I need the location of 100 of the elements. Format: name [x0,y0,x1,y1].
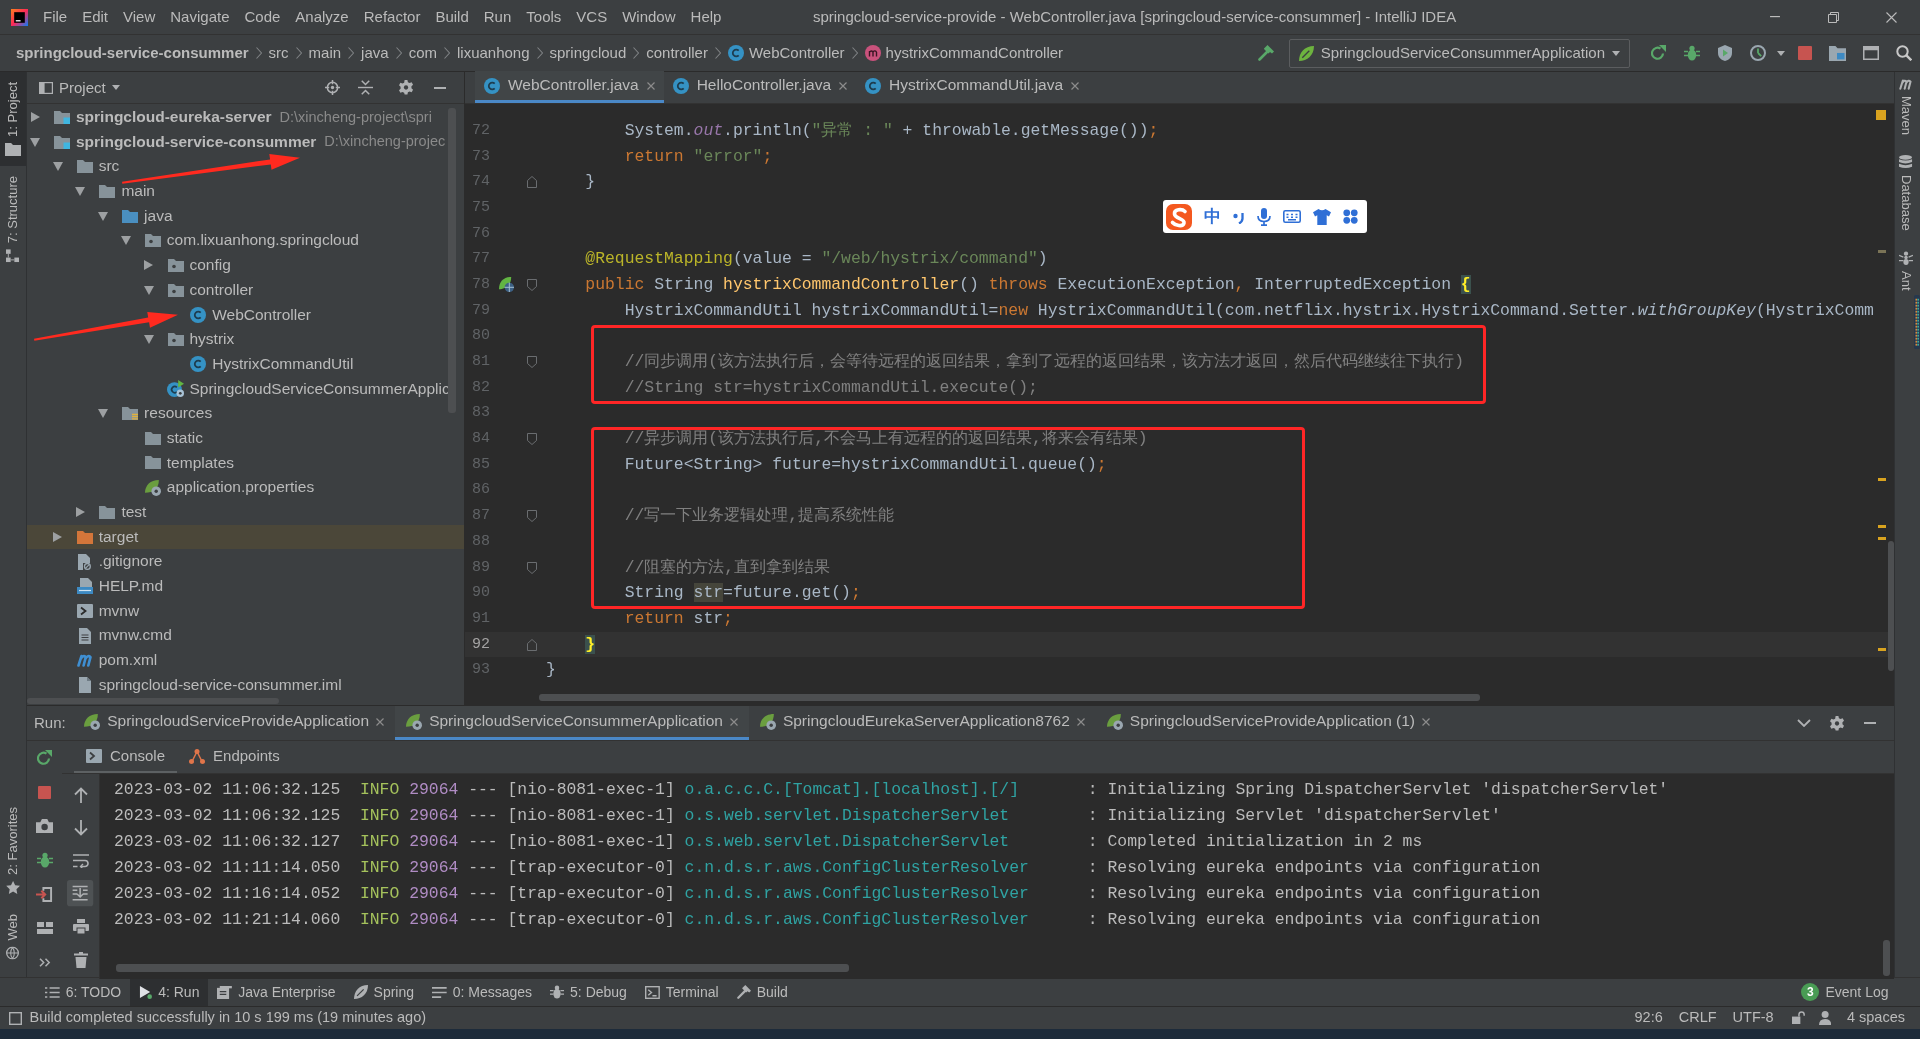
close-icon[interactable] [839,81,848,90]
line-separator[interactable]: CRLF [1678,1009,1717,1027]
tool-window-button[interactable]: Build [727,978,797,1006]
event-log-button[interactable]: 3 Event Log [1792,978,1898,1006]
triangle-down-icon[interactable] [75,186,86,196]
tool-window-button[interactable]: Database [1898,149,1914,245]
printer-icon[interactable] [72,919,89,934]
indent-setting[interactable]: 4 spaces [1846,1009,1905,1027]
tree-item[interactable]: .gitignore [27,549,464,575]
triangle-right-icon[interactable] [75,507,85,518]
stop-icon[interactable] [38,785,51,799]
tool-window-button[interactable]: Maven [1898,72,1914,150]
breadcrumb[interactable]: main [304,44,346,62]
bug-icon[interactable] [1683,45,1700,61]
caret-icon[interactable] [1777,50,1785,56]
tree-item[interactable]: main [27,179,464,204]
hammer-icon[interactable] [1258,45,1275,61]
menu-item[interactable]: Refactor [356,8,428,26]
layout-icon[interactable] [36,922,53,934]
microphone-icon[interactable] [1257,207,1271,226]
breadcrumb[interactable]: com [404,44,441,62]
tree-item[interactable]: springcloud-eureka-server D:\xincheng-project\spri [27,105,464,130]
tree-item[interactable]: springcloud-service-consummer D:\xincheng-projec [27,129,464,155]
tree-item[interactable]: hystrix [27,327,464,352]
double-chevron-icon[interactable] [38,957,51,967]
tree-item[interactable]: com.lixuanhong.springcloud [27,228,464,254]
breadcrumb[interactable]: java [357,44,393,62]
tree-item[interactable]: pom.xml [27,648,464,673]
fold-marker-icon[interactable] [526,510,537,523]
scrollbar-thumb[interactable] [116,964,849,972]
tool-window-button[interactable]: 4: Run [130,978,209,1006]
square-icon[interactable] [9,1011,22,1025]
run-tab[interactable]: SpringcloudServiceConsummerApplication [395,706,749,740]
tree-item[interactable]: SpringcloudServiceConsummerApplic [27,376,464,402]
tool-window-button[interactable]: Terminal [635,978,728,1006]
person-icon[interactable] [1818,1011,1831,1025]
restore-icon[interactable] [1827,11,1839,23]
close-icon[interactable] [376,717,385,726]
camera-icon[interactable] [35,819,54,833]
menu-item[interactable]: Window [614,8,684,26]
triangle-down-icon[interactable] [30,137,40,147]
tool-window-button[interactable]: 2: Favorites [0,796,26,904]
fold-marker-icon[interactable] [526,561,537,574]
keyboard-icon[interactable] [1283,210,1301,223]
close-icon[interactable] [1071,81,1080,90]
breadcrumb[interactable]: controller [642,44,712,62]
wrap-icon[interactable] [72,853,89,868]
tree-item[interactable]: java [27,203,464,229]
rerun-icon[interactable] [1651,45,1666,61]
tool-window-button[interactable]: 1: Project [0,72,26,166]
tool-window-button[interactable]: Java Enterprise [208,978,345,1006]
tree-item[interactable]: test [27,500,464,525]
editor-tab[interactable]: WebController.java [475,71,664,103]
exit-icon[interactable] [35,886,54,902]
scroll-end-icon[interactable] [67,880,94,907]
breadcrumb[interactable]: lixuanhong [452,44,534,62]
file-encoding[interactable]: UTF-8 [1732,1009,1774,1027]
triangle-down-icon[interactable] [98,211,109,221]
fold-marker-icon[interactable] [526,356,537,369]
menu-item[interactable]: Run [476,8,519,26]
clock-icon[interactable] [1749,45,1766,61]
fold-marker-icon[interactable] [526,176,537,189]
search-icon[interactable] [1895,45,1912,61]
tree-item[interactable]: mvnw [27,598,464,624]
tree-item[interactable]: controller [27,277,464,303]
chevron-down-icon[interactable] [1797,719,1811,727]
tool-window-button[interactable]: Spring [344,978,424,1006]
arrow-up-icon[interactable] [73,786,88,803]
collapse-icon[interactable] [358,80,373,95]
tool-window-button[interactable]: Ant [1898,244,1914,305]
menu-item[interactable]: Help [683,8,729,26]
menu-item[interactable]: Build [427,8,477,26]
input-mode-toggle[interactable]: 中 [1204,206,1221,227]
lock-icon[interactable] [1791,1011,1805,1025]
tree-item[interactable]: application.properties [27,475,464,500]
trash-icon[interactable] [73,951,88,968]
minimize-icon[interactable] [433,86,446,89]
tree-item[interactable]: src [27,154,464,180]
breadcrumb[interactable]: src [264,44,293,62]
tree-item[interactable]: HELP.md [27,574,464,599]
settings-icon[interactable] [1829,715,1844,731]
tree-item[interactable]: config [27,253,464,278]
bug-icon[interactable] [36,852,53,868]
rerun-icon[interactable] [37,750,52,766]
tool-window-button[interactable]: 6: TODO [36,978,131,1006]
triangle-right-icon[interactable] [144,260,153,271]
editor-tab[interactable]: HelloController.java [663,71,857,103]
editor-tab[interactable]: HystrixCommandUtil.java [856,71,1089,103]
menu-item[interactable]: Analyze [287,8,357,26]
crosshair-icon[interactable] [325,80,340,95]
menu-item[interactable]: Navigate [162,8,237,26]
tree-item[interactable]: templates [27,450,464,476]
tool-window-button[interactable]: 7: Structure [0,165,26,273]
tool-window-button[interactable]: Web [0,903,26,969]
tree-item[interactable]: springcloud-service-consummer.iml [27,672,464,698]
breadcrumb[interactable]: springcloud [545,44,631,62]
triangle-down-icon[interactable] [98,409,109,419]
close-icon[interactable] [1076,717,1085,726]
minimize-icon[interactable] [1770,16,1780,18]
view-selector[interactable]: Project [39,78,120,97]
